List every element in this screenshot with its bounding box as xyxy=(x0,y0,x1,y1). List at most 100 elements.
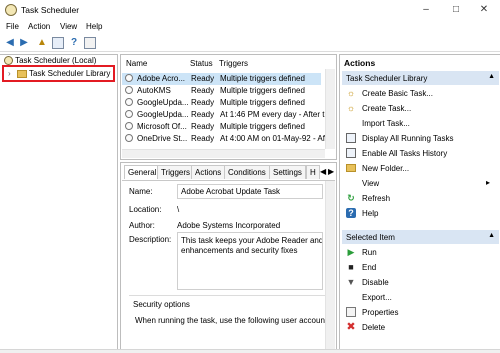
action-label: New Folder... xyxy=(362,164,410,173)
action-create-task[interactable]: ☼ Create Task... xyxy=(346,102,496,116)
menu-view[interactable]: View xyxy=(60,22,77,31)
action-delete[interactable]: ✖ Delete xyxy=(346,321,496,335)
section-divider xyxy=(129,295,329,296)
maximize-button[interactable]: □ xyxy=(442,2,470,18)
tab-scroll-right-icon[interactable]: ▶ xyxy=(328,167,334,176)
running-tasks-icon xyxy=(346,133,356,143)
description-line-2: enhancements and security fixes xyxy=(181,246,298,255)
action-label: Disable xyxy=(362,278,389,287)
task-clock-icon xyxy=(125,122,133,130)
action-export[interactable]: Export... xyxy=(346,291,496,305)
run-icon: ▶ xyxy=(347,247,355,257)
task-list-horizontal-scrollbar[interactable] xyxy=(122,149,325,158)
action-new-folder[interactable]: New Folder... xyxy=(346,162,496,176)
help-toolbar-icon[interactable]: ? xyxy=(68,37,80,49)
action-run[interactable]: ▶ Run xyxy=(346,246,496,260)
task-status: Ready xyxy=(191,74,215,83)
tab-conditions[interactable]: Conditions xyxy=(224,165,270,179)
security-options-title: Security options xyxy=(133,300,190,309)
folder-icon xyxy=(346,164,356,172)
action-display-running[interactable]: Display All Running Tasks xyxy=(346,132,496,146)
library-section-header[interactable]: Task Scheduler Library ▲ xyxy=(342,71,499,85)
action-label: Refresh xyxy=(362,194,391,203)
show-hide-action-pane-icon[interactable] xyxy=(84,37,96,49)
table-row[interactable]: GoogleUpda... Ready At 1:46 PM every day… xyxy=(122,109,329,121)
selected-item-section-header[interactable]: Selected Item ▲ xyxy=(342,230,499,244)
action-disable[interactable]: ▼ Disable xyxy=(346,276,496,290)
table-row[interactable]: OneDrive St... Ready At 4:00 AM on 01-Ma… xyxy=(122,133,332,145)
table-row[interactable]: Adobe Acro... Ready Multiple triggers de… xyxy=(122,73,321,85)
collapse-up-icon[interactable]: ▲ xyxy=(488,232,495,239)
action-help[interactable]: ? Help xyxy=(346,207,496,221)
action-label: Create Basic Task... xyxy=(362,89,433,98)
tab-history[interactable]: H xyxy=(306,165,320,179)
status-bar xyxy=(0,349,500,353)
tab-actions[interactable]: Actions xyxy=(191,165,226,179)
description-field[interactable]: This task keeps your Adobe Reader and Ac… xyxy=(177,232,323,290)
create-task-icon: ☼ xyxy=(346,103,356,113)
task-triggers: Multiple triggers defined xyxy=(220,86,305,95)
task-status: Ready xyxy=(191,122,215,131)
menu-file[interactable]: File xyxy=(6,22,19,31)
table-row[interactable]: Microsoft Of... Ready Multiple triggers … xyxy=(122,121,321,133)
task-clock-icon xyxy=(125,74,133,82)
column-header-triggers[interactable]: Triggers xyxy=(219,59,248,68)
column-header-name[interactable]: Name xyxy=(126,59,147,68)
task-clock-icon xyxy=(125,134,133,142)
import-icon xyxy=(346,118,356,128)
task-list-vertical-scrollbar[interactable] xyxy=(325,69,335,149)
view-icon xyxy=(346,178,356,188)
tab-scroll-left-icon[interactable]: ◀ xyxy=(320,167,326,176)
export-icon xyxy=(346,292,356,302)
action-label: Help xyxy=(362,209,379,218)
help-icon: ? xyxy=(346,208,356,218)
action-label: Properties xyxy=(362,308,399,317)
details-vertical-scrollbar[interactable] xyxy=(325,181,335,351)
minimize-button[interactable]: – xyxy=(412,2,440,18)
task-scheduler-app-icon xyxy=(5,4,17,16)
action-enable-history[interactable]: Enable All Tasks History xyxy=(346,147,496,161)
action-label: End xyxy=(362,263,377,272)
task-status: Ready xyxy=(191,134,215,143)
menu-action[interactable]: Action xyxy=(28,22,50,31)
tab-settings[interactable]: Settings xyxy=(269,165,306,179)
tab-general[interactable]: General xyxy=(124,165,161,179)
action-import-task[interactable]: Import Task... xyxy=(346,117,496,131)
collapse-up-icon[interactable]: ▲ xyxy=(488,73,495,80)
name-field[interactable]: Adobe Acrobat Update Task xyxy=(177,184,323,199)
close-button[interactable]: ✕ xyxy=(470,2,498,18)
column-header-status[interactable]: Status xyxy=(190,59,213,68)
task-triggers: Multiple triggers defined xyxy=(220,98,305,107)
highlight-annotation-box xyxy=(2,65,115,82)
action-label: View xyxy=(362,179,380,188)
action-properties[interactable]: Properties xyxy=(346,306,496,320)
location-label: Location: xyxy=(129,205,162,214)
menu-help[interactable]: Help xyxy=(86,22,102,31)
action-label: Delete xyxy=(362,323,386,332)
table-row[interactable]: AutoKMS Ready Multiple triggers defined xyxy=(122,85,321,97)
action-create-basic-task[interactable]: ☼ Create Basic Task... xyxy=(346,87,496,101)
action-end[interactable]: ■ End xyxy=(346,261,496,275)
table-row[interactable]: GoogleUpda... Ready Multiple triggers de… xyxy=(122,97,321,109)
author-label: Author: xyxy=(129,221,155,230)
console-tree xyxy=(0,54,118,353)
selected-item-section-label: Selected Item xyxy=(346,233,395,242)
forward-arrow-icon[interactable]: ▶ xyxy=(18,37,30,49)
show-hide-console-tree-icon[interactable] xyxy=(52,37,64,49)
properties-icon xyxy=(346,307,356,317)
task-name: Adobe Acro... xyxy=(137,74,186,83)
location-value: \ xyxy=(177,205,180,214)
action-label: Run xyxy=(362,248,377,257)
back-arrow-icon[interactable]: ◀ xyxy=(4,37,16,49)
tree-root[interactable]: Task Scheduler (Local) xyxy=(4,56,96,66)
task-status: Ready xyxy=(191,98,215,107)
action-view[interactable]: View ▸ xyxy=(346,177,496,191)
up-folder-icon[interactable]: ▲ xyxy=(36,37,48,49)
tab-triggers[interactable]: Triggers xyxy=(157,165,195,179)
name-label: Name: xyxy=(129,187,153,196)
action-label: Export... xyxy=(362,293,392,302)
task-triggers: Multiple triggers defined xyxy=(220,74,305,83)
task-name: Microsoft Of... xyxy=(137,122,187,131)
action-refresh[interactable]: ↻ Refresh xyxy=(346,192,496,206)
task-name: AutoKMS xyxy=(137,86,171,95)
